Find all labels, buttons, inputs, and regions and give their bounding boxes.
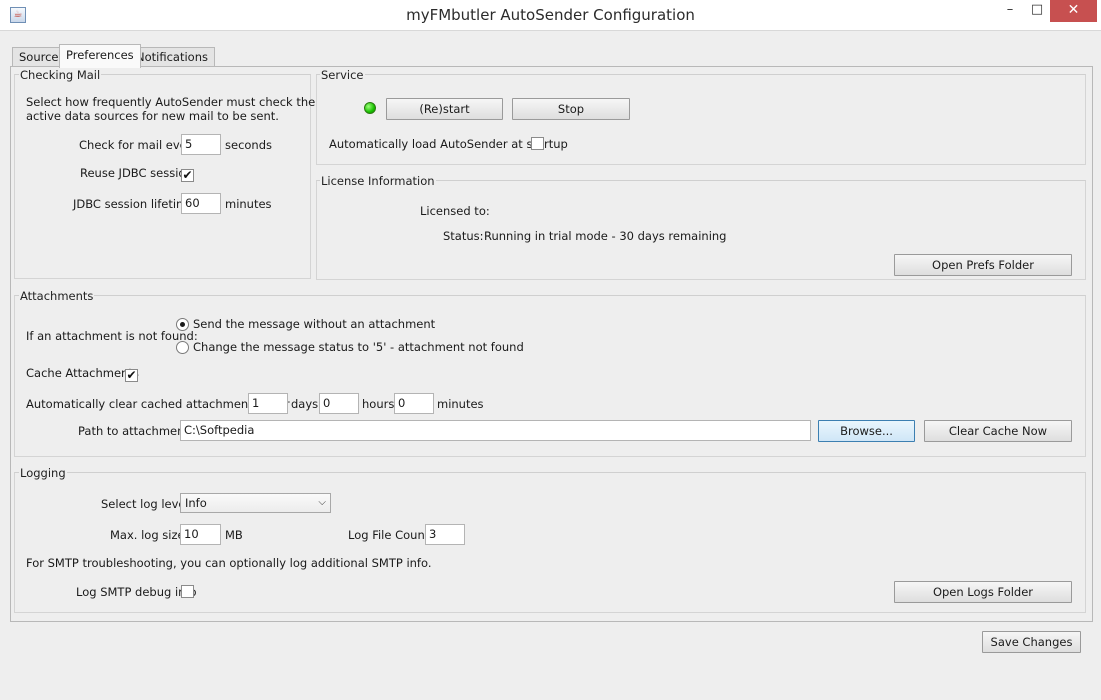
open-prefs-folder-button[interactable]: Open Prefs Folder — [894, 254, 1072, 276]
chevron-down-icon: ⌵ — [318, 497, 326, 508]
clear-minutes-input[interactable]: 0 — [394, 393, 434, 414]
license-status-value: Running in trial mode - 30 days remainin… — [484, 229, 727, 243]
jdbc-lifetime-unit: minutes — [225, 197, 272, 211]
change-status-radio[interactable] — [176, 341, 189, 354]
change-status-label[interactable]: Change the message status to '5' - attac… — [193, 340, 524, 354]
checking-mail-description-line2: active data sources for new mail to be s… — [26, 109, 279, 123]
log-level-label: Select log level: — [101, 497, 193, 511]
clear-hours-unit: hours — [362, 397, 395, 411]
max-log-size-input[interactable]: 10 — [180, 524, 221, 545]
attachments-path-input[interactable]: C:\Softpedia — [180, 420, 811, 441]
smtp-debug-label: Log SMTP debug info — [76, 585, 197, 599]
clear-days-input[interactable]: 1 — [248, 393, 288, 414]
maximize-button[interactable]: □ — [1024, 0, 1050, 22]
clear-days-unit: days — [291, 397, 319, 411]
max-log-size-label: Max. log size: — [110, 528, 189, 542]
check-interval-unit: seconds — [225, 138, 273, 152]
clear-hours-input[interactable]: 0 — [319, 393, 359, 414]
max-log-size-unit: MB — [225, 528, 243, 542]
reuse-jdbc-checkbox[interactable]: ✔ — [181, 169, 194, 182]
window-title: myFMbutler AutoSender Configuration — [406, 6, 695, 24]
clear-cache-now-button[interactable]: Clear Cache Now — [924, 420, 1072, 442]
restart-button[interactable]: (Re)start — [386, 98, 503, 120]
service-status-led-icon — [364, 102, 376, 114]
reuse-jdbc-label: Reuse JDBC session — [80, 166, 193, 180]
save-changes-button[interactable]: Save Changes — [982, 631, 1081, 653]
send-without-attachment-label[interactable]: Send the message without an attachment — [193, 317, 435, 331]
send-without-attachment-radio[interactable] — [176, 318, 189, 331]
smtp-debug-checkbox[interactable] — [181, 585, 194, 598]
licensed-to-label: Licensed to: — [420, 204, 490, 218]
smtp-troubleshooting-note: For SMTP troubleshooting, you can option… — [26, 556, 432, 570]
clear-minutes-unit: minutes — [437, 397, 484, 411]
attachments-path-label: Path to attachments — [78, 424, 195, 438]
cache-attachments-label: Cache Attachments — [26, 366, 139, 380]
jdbc-lifetime-input[interactable]: 60 — [181, 193, 221, 214]
tab-preferences[interactable]: Preferences — [59, 44, 141, 68]
license-status-label: Status: — [443, 229, 484, 243]
stop-button[interactable]: Stop — [512, 98, 630, 120]
attachments-title: Attachments — [19, 289, 95, 303]
logging-title: Logging — [19, 466, 67, 480]
checking-mail-description-line1: Select how frequently AutoSender must ch… — [26, 95, 316, 109]
log-file-count-label: Log File Count: — [348, 528, 434, 542]
checking-mail-title: Checking Mail — [19, 68, 102, 82]
log-file-count-input[interactable]: 3 — [425, 524, 465, 545]
radio-selected-dot — [180, 322, 185, 327]
tab-notifications[interactable]: Notifications — [129, 47, 215, 67]
log-level-value: Info — [185, 496, 207, 510]
jdbc-lifetime-label: JDBC session lifetime: — [73, 197, 199, 211]
close-button[interactable]: ✕ — [1050, 0, 1097, 22]
minimize-button[interactable]: – — [996, 0, 1024, 22]
autoload-checkbox[interactable] — [531, 137, 544, 150]
open-logs-folder-button[interactable]: Open Logs Folder — [894, 581, 1072, 603]
check-interval-input[interactable]: 5 — [181, 134, 221, 155]
service-title: Service — [320, 68, 365, 82]
browse-button[interactable]: Browse... — [818, 420, 915, 442]
log-level-select[interactable]: Info ⌵ — [180, 493, 331, 513]
license-title: License Information — [320, 174, 436, 188]
cache-attachments-checkbox[interactable]: ✔ — [125, 369, 138, 382]
title-bar: ☕ myFMbutler AutoSender Configuration – … — [0, 0, 1101, 31]
attachment-not-found-label: If an attachment is not found: — [26, 329, 198, 343]
